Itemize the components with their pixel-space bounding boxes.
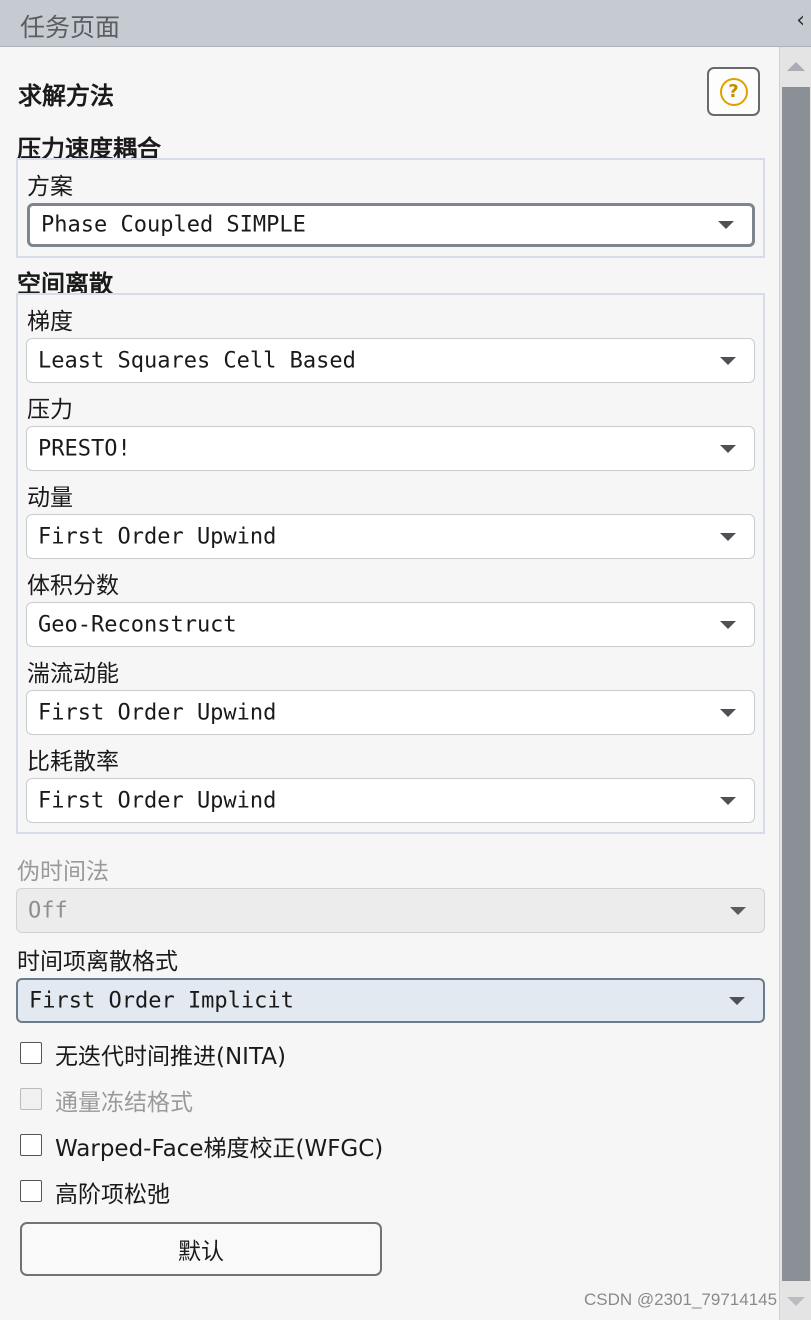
- frozen-flux-checkbox: [20, 1088, 42, 1110]
- default-button[interactable]: 默认: [20, 1222, 382, 1276]
- scroll-thumb[interactable]: [782, 87, 810, 1281]
- chevron-down-icon: [729, 996, 745, 1005]
- wfgc-checkbox[interactable]: [20, 1134, 42, 1156]
- momentum-dropdown[interactable]: First Order Upwind: [26, 514, 755, 559]
- high-order-relaxation-checkbox[interactable]: [20, 1180, 42, 1202]
- volume-fraction-label: 体积分数: [27, 573, 119, 599]
- gradient-value: Least Squares Cell Based: [38, 348, 356, 373]
- tke-value: First Order Upwind: [38, 700, 277, 725]
- help-icon: ?: [719, 77, 748, 106]
- dissipation-label: 比耗散率: [27, 749, 119, 775]
- scheme-value: Phase Coupled SIMPLE: [41, 212, 306, 238]
- watermark: CSDN @2301_79714145: [584, 1290, 778, 1309]
- pressure-dropdown[interactable]: PRESTO!: [26, 426, 755, 471]
- scroll-up-arrow-icon[interactable]: [780, 47, 811, 85]
- pseudo-time-value: Off: [28, 898, 68, 923]
- chevron-down-icon: [730, 906, 746, 915]
- vertical-scrollbar[interactable]: [779, 47, 811, 1320]
- gradient-dropdown[interactable]: Least Squares Cell Based: [26, 338, 755, 383]
- transient-formulation-value: First Order Implicit: [29, 988, 294, 1013]
- chevron-down-icon: [718, 221, 734, 229]
- header-title: 任务页面: [20, 13, 121, 42]
- volume-fraction-value: Geo-Reconstruct: [38, 612, 237, 637]
- gradient-label: 梯度: [27, 309, 73, 335]
- nita-checkbox[interactable]: [20, 1042, 42, 1064]
- transient-formulation-dropdown[interactable]: First Order Implicit: [16, 978, 765, 1023]
- momentum-value: First Order Upwind: [38, 524, 277, 549]
- pseudo-time-dropdown: Off: [16, 888, 765, 933]
- high-order-relaxation-checkbox-label: 高阶项松弛: [55, 1182, 170, 1208]
- tke-dropdown[interactable]: First Order Upwind: [26, 690, 755, 735]
- volume-fraction-dropdown[interactable]: Geo-Reconstruct: [26, 602, 755, 647]
- nita-checkbox-label: 无迭代时间推进(NITA): [55, 1044, 286, 1070]
- dissipation-dropdown[interactable]: First Order Upwind: [26, 778, 755, 823]
- chevron-down-icon: [720, 356, 736, 365]
- momentum-label: 动量: [27, 485, 73, 511]
- dissipation-value: First Order Upwind: [38, 788, 277, 813]
- pressure-label: 压力: [27, 397, 73, 423]
- scheme-label: 方案: [27, 174, 73, 200]
- tke-label: 湍流动能: [27, 661, 119, 687]
- pseudo-time-label: 伪时间法: [17, 859, 109, 885]
- help-button[interactable]: ?: [707, 67, 760, 116]
- transient-formulation-label: 时间项离散格式: [17, 949, 178, 975]
- wfgc-checkbox-label: Warped-Face梯度校正(WFGC): [55, 1136, 384, 1162]
- scroll-down-arrow-icon[interactable]: [780, 1282, 811, 1320]
- page-title: 求解方法: [18, 82, 114, 110]
- chevron-left-icon[interactable]: ‹: [796, 10, 805, 32]
- task-page-header: 任务页面 ‹: [0, 0, 811, 47]
- chevron-down-icon: [720, 708, 736, 717]
- chevron-down-icon: [720, 532, 736, 541]
- scheme-dropdown[interactable]: Phase Coupled SIMPLE: [27, 203, 755, 247]
- pressure-value: PRESTO!: [38, 436, 131, 461]
- frozen-flux-checkbox-label: 通量冻结格式: [55, 1090, 193, 1116]
- chevron-down-icon: [720, 444, 736, 453]
- chevron-down-icon: [720, 620, 736, 629]
- chevron-down-icon: [720, 796, 736, 805]
